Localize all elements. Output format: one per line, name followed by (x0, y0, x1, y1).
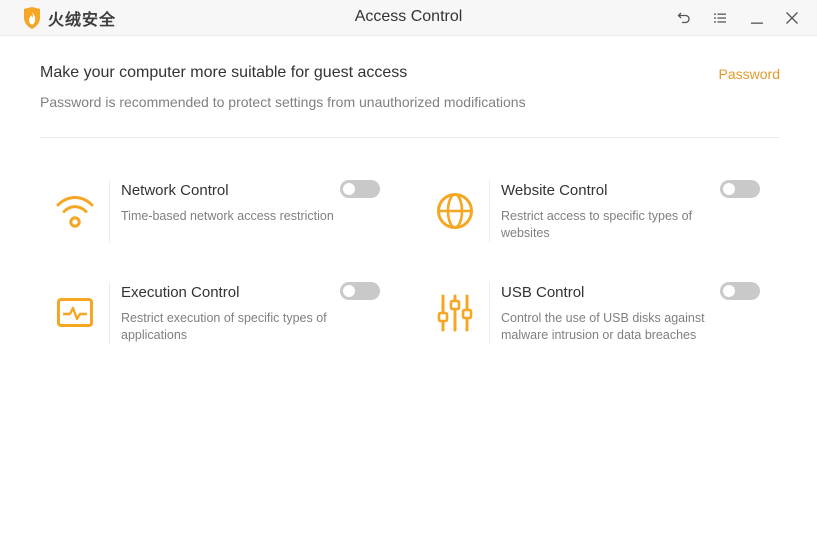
page-subheading: Password is recommended to protect setti… (40, 94, 526, 110)
close-icon (786, 12, 798, 24)
usb-control-card: USB Control Control the use of USB disks… (420, 282, 760, 362)
minimize-button[interactable] (747, 8, 767, 28)
wifi-icon (56, 196, 93, 228)
back-button[interactable] (674, 8, 694, 28)
network-control-toggle[interactable] (340, 180, 380, 198)
globe-icon (436, 193, 473, 229)
menu-button[interactable] (710, 8, 730, 28)
network-control-card: Network Control Time-based network acces… (40, 180, 380, 260)
execution-control-title: Execution Control (121, 284, 240, 301)
website-control-card: Website Control Restrict access to speci… (420, 180, 760, 260)
page-heading: Make your computer more suitable for gue… (40, 64, 408, 81)
execution-control-description: Restrict execution of specific types of … (121, 311, 327, 342)
usb-control-toggle[interactable] (720, 282, 760, 300)
network-control-title: Network Control (121, 182, 229, 199)
title-bar: 火绒安全 Access Control (0, 0, 817, 36)
sliders-icon (437, 294, 472, 332)
window-title: Access Control (354, 8, 463, 25)
execution-control-icon-box (40, 282, 110, 344)
website-control-description: Restrict access to specific types of web… (501, 209, 693, 240)
minimize-icon (751, 22, 763, 24)
network-control-description: Time-based network access restriction (121, 209, 334, 223)
header-divider (40, 137, 780, 138)
website-control-toggle[interactable] (720, 180, 760, 198)
close-button[interactable] (782, 8, 802, 28)
execution-control-card: Execution Control Restrict execution of … (40, 282, 380, 362)
password-link[interactable]: Password (719, 66, 780, 82)
undo-icon (677, 12, 690, 24)
usb-control-description: Control the use of USB disks against mal… (501, 311, 705, 342)
execution-control-toggle[interactable] (340, 282, 380, 300)
website-control-icon-box (420, 180, 490, 242)
usb-control-icon-box (420, 282, 490, 344)
usb-control-title: USB Control (501, 284, 585, 301)
list-icon (714, 13, 726, 23)
monitor-pulse-icon (56, 298, 93, 327)
website-control-title: Website Control (501, 182, 608, 199)
network-control-icon-box (40, 180, 110, 242)
